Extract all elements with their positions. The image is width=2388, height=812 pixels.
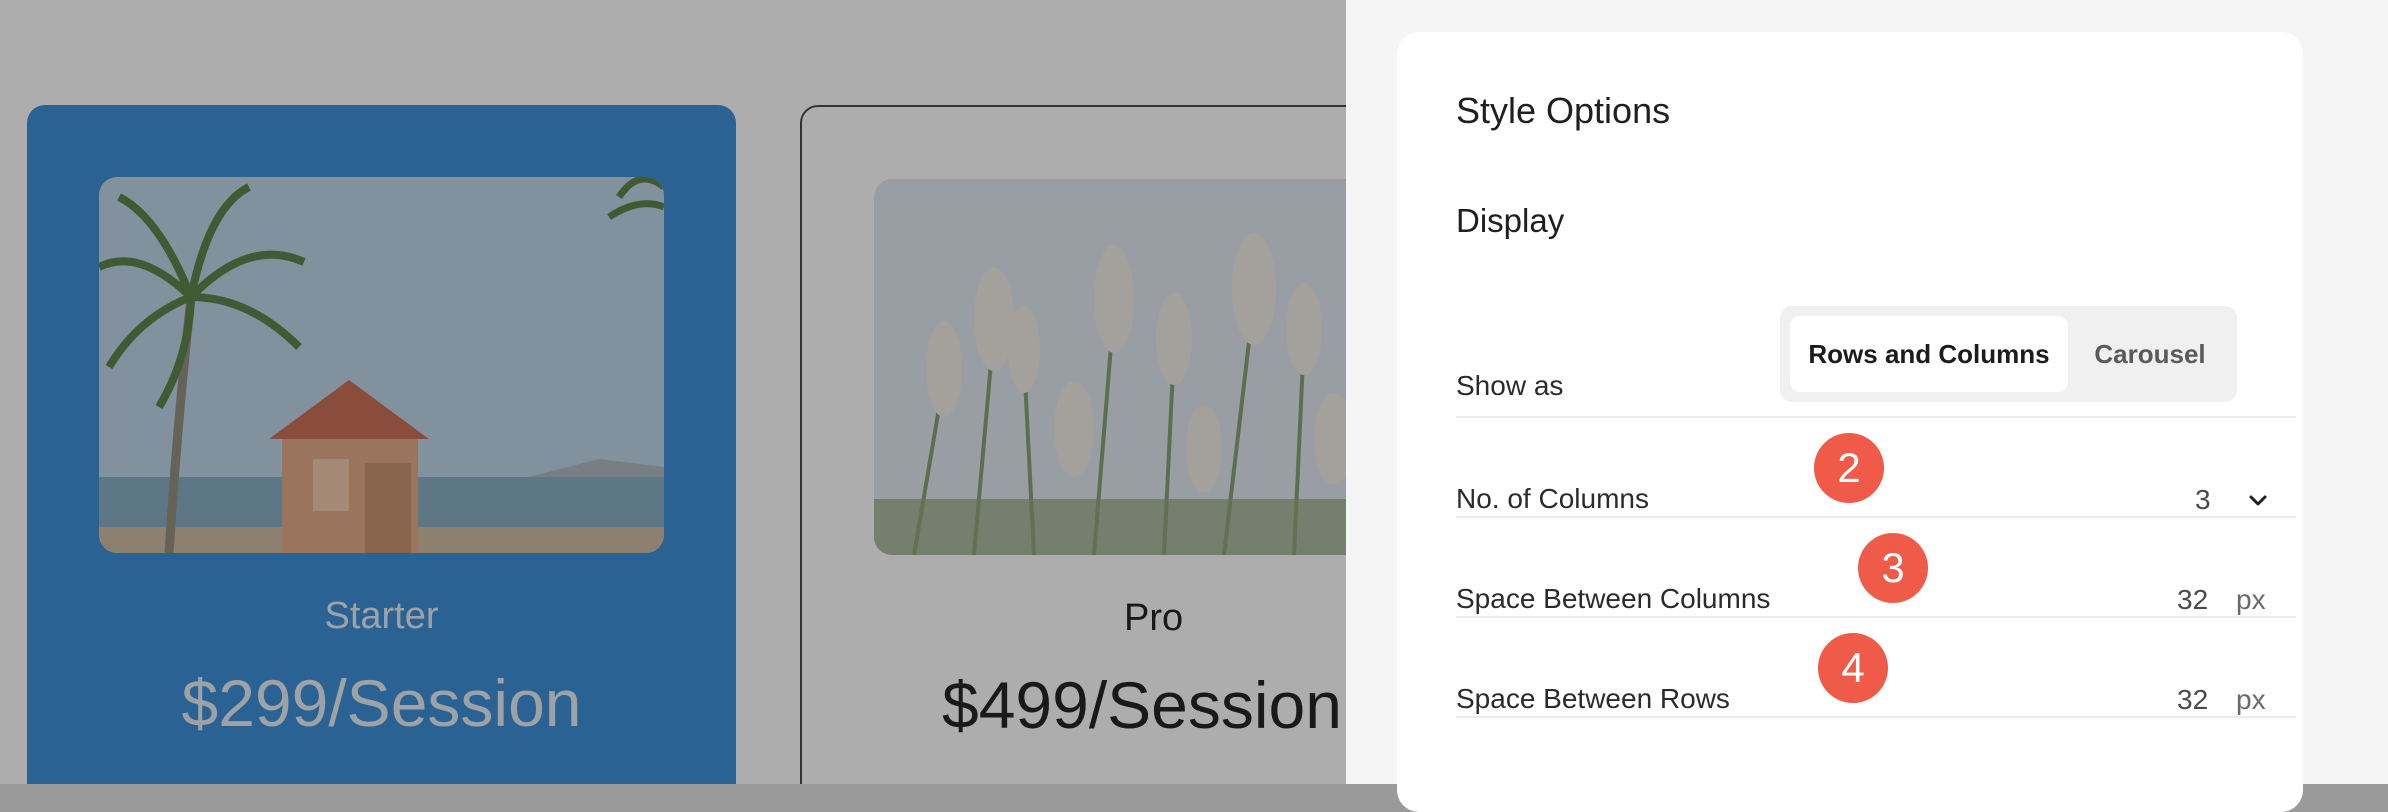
divider	[1456, 416, 2296, 418]
show-as-segmented-control: Rows and Columns Carousel	[1780, 306, 2237, 402]
panel-title: Style Options	[1456, 90, 1671, 131]
space-rows-input[interactable]: 32 px	[2157, 672, 2297, 728]
space-rows-label: Space Between Rows	[1456, 683, 1730, 714]
style-options-panel: Style Options Display Show as 1 Rows and…	[1397, 32, 2303, 812]
step-badge: 4	[1818, 633, 1888, 703]
chevron-down-icon	[2249, 495, 2267, 506]
modal-overlay[interactable]	[0, 0, 1346, 784]
space-rows-value: 32	[2177, 684, 2209, 715]
columns-select[interactable]: 3	[2157, 472, 2297, 528]
divider	[1456, 516, 2296, 518]
show-as-label: Show as	[1456, 370, 1564, 401]
space-columns-input[interactable]: 32 px	[2157, 572, 2297, 628]
carousel-option[interactable]: Carousel	[2072, 316, 2228, 392]
step-badge: 3	[1858, 533, 1928, 603]
space-columns-unit: px	[2236, 584, 2266, 615]
space-columns-label: Space Between Columns	[1456, 583, 1771, 614]
columns-value: 3	[2195, 484, 2211, 515]
step-badge: 2	[1814, 433, 1884, 503]
divider	[1456, 616, 2296, 618]
space-columns-value: 32	[2177, 584, 2209, 615]
section-title-display: Display	[1456, 202, 1565, 239]
divider	[1456, 716, 2296, 718]
space-rows-unit: px	[2236, 684, 2266, 715]
style-options-sidebar: Style Options Display Show as 1 Rows and…	[1346, 0, 2388, 812]
columns-label: No. of Columns	[1456, 483, 1649, 514]
rows-and-columns-option[interactable]: Rows and Columns	[1790, 316, 2068, 392]
